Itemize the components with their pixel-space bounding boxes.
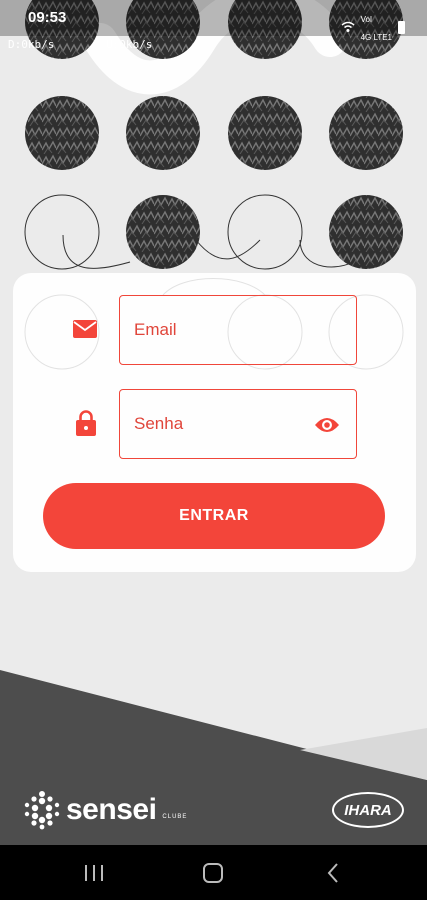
mail-icon [73,320,97,338]
network-label-top: VoI [360,15,373,24]
upload-speed: U:0kb/s [106,38,153,51]
network-type: VoI 4G LTE1 [361,9,392,45]
sensei-logo-sub: CLUBE [162,814,188,820]
home-button[interactable] [173,845,253,900]
status-bar: 09:53 VoI 4G LTE1 [0,0,427,42]
home-icon [203,862,223,883]
sensei-dots-icon [24,791,60,830]
back-icon [327,862,338,883]
login-button[interactable]: ENTRAR [43,483,385,549]
email-field[interactable] [119,295,357,365]
password-field[interactable] [119,389,357,459]
download-speed: D:0kb/s [8,38,55,51]
email-input[interactable] [134,320,304,340]
ihara-logo: IHARA [332,792,404,828]
battery-icon [398,20,405,34]
background-pattern [24,0,403,270]
status-icons: VoI 4G LTE1 [341,9,405,45]
status-time: 09:53 [28,9,67,26]
login-card: ENTRAR [13,273,416,572]
lock-icon [76,410,96,436]
recent-apps-button[interactable] [54,845,134,900]
back-button[interactable] [293,845,373,900]
password-input[interactable] [134,414,304,434]
sensei-logo: sensei CLUBE [22,790,187,830]
signal-icon [341,21,355,32]
sensei-logo-text: sensei [66,793,157,826]
navigation-bar [0,845,427,900]
recent-apps-icon [85,864,103,881]
network-label-bottom: 4G LTE1 [360,33,392,42]
eye-icon[interactable] [314,416,340,434]
